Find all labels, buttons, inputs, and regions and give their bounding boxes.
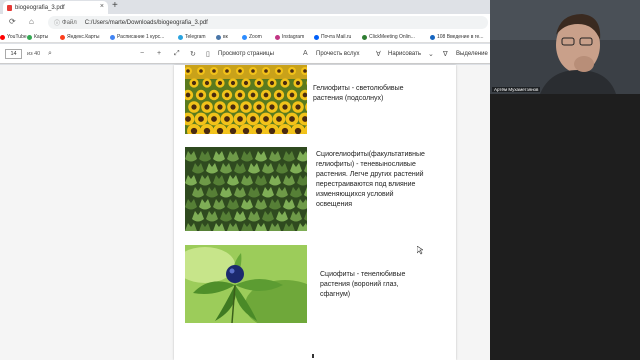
bookmark-favicon-icon [0,34,5,40]
page-count: из 40 [27,51,41,57]
bookmark-item[interactable]: ClickMeeting Onlin... [362,34,415,40]
bookmark-favicon-icon [178,34,183,40]
herb-paris-image [185,245,307,323]
page-number-input[interactable]: 14 [5,49,22,59]
address-bar-row: ⟳ ⌂ ⓘ Файл C:/Users/marte/Downloads/biog… [0,14,490,31]
zoom-in-button[interactable]: + [157,50,161,57]
draw-icon[interactable]: ∀ [376,50,381,58]
bookmark-label: вк [223,34,228,40]
webcam-overlay: Артём Мухаметзянов [490,0,640,94]
bookmark-item[interactable]: YouTube [0,34,27,40]
bookmark-item[interactable]: Instagram [275,34,304,40]
bookmark-item[interactable]: Яндекс.Карты [60,34,99,40]
bookmark-item[interactable]: Почта Mail.ru [314,34,351,40]
read-aloud-button[interactable]: Прочесть вслух [316,51,359,57]
bookmark-favicon-icon [110,34,115,40]
pdf-viewer[interactable]: Гелиофиты - светолюбивые растения (подсо… [0,65,490,360]
search-icon[interactable]: ⌕ [48,50,52,58]
bookmark-label: Telegram [185,34,206,40]
bookmark-favicon-icon [27,34,32,40]
bookmark-item[interactable]: Zoom [242,34,262,40]
bookmark-label: Карты [34,34,49,40]
draw-chevron-icon[interactable]: ⌄ [428,50,434,58]
rotate-icon[interactable]: ↻ [190,50,196,58]
sunflowers-image [185,65,307,134]
new-tab-button[interactable]: + [112,0,118,11]
bookmark-label: YouTube [7,34,27,40]
reload-icon[interactable]: ⟳ [9,17,16,26]
highlight-icon[interactable]: ∇ [443,50,448,58]
bookmark-favicon-icon [60,34,65,40]
bookmark-label: Расписание 1 курс... [117,34,165,40]
pdf-toolbar: 14 из 40 ⌕ − + ⤢ ↻ ▯ Просмотр страницы A… [0,44,490,64]
home-icon[interactable]: ⌂ [29,17,34,26]
pdf-icon [7,4,12,11]
bookmark-item[interactable]: Расписание 1 курс... [110,34,164,40]
close-tab-icon[interactable]: × [100,3,104,10]
bookmark-favicon-icon [362,34,367,40]
browser-window: biogeografia_3.pdf × + ⟳ ⌂ ⓘ Файл C:/Use… [0,0,490,360]
tab-pdf[interactable]: biogeografia_3.pdf × [3,1,108,14]
highlight-button[interactable]: Выделение [456,51,488,57]
text-heliophytes: Гелиофиты - светолюбивые растения (подсо… [313,85,404,102]
tab-bar: biogeografia_3.pdf × + [0,0,490,14]
page-view-button[interactable]: Просмотр страницы [218,51,274,57]
bookmark-label: Яндекс.Карты [67,34,100,40]
text-sciophytes: Сциофиты - тенелюбивые растения (вороний… [320,271,406,298]
page-fragment [312,354,314,358]
bookmark-label: 108 Введение в ге... [437,34,484,40]
ivy-image [185,147,307,231]
page-view-icon[interactable]: ▯ [206,50,210,58]
bookmark-label: Почта Mail.ru [321,34,352,40]
bookmark-item[interactable]: Telegram [178,34,206,40]
bookmark-favicon-icon [242,34,247,40]
bookmark-item[interactable]: Карты [27,34,48,40]
bookmark-label: ClickMeeting Onlin... [369,34,415,40]
pdf-page: Гелиофиты - светолюбивые растения (подсо… [174,65,456,360]
bookmarks-bar: YouTube Карты Яндекс.Карты Расписание 1 кур… [0,31,490,43]
mouse-cursor-icon [417,246,423,255]
bookmark-label: Zoom [249,34,262,40]
text-sciogeliophytes: Сциогелиофиты(факультативные гелиофиты) … [316,151,425,208]
zoom-out-button[interactable]: − [140,50,144,57]
bookmark-favicon-icon [314,34,319,40]
draw-button[interactable]: Нарисовать [388,51,421,57]
file-info-icon: ⓘ [54,21,61,27]
address-url: C:/Users/marte/Downloads/biogeografia_3.… [84,19,208,26]
bookmark-label: Instagram [282,34,305,40]
bookmark-favicon-icon [430,34,435,40]
bookmark-item[interactable]: вк [216,34,228,40]
address-scheme: Файл [62,19,77,26]
bookmark-favicon-icon [275,34,280,40]
read-aloud-icon[interactable]: A [303,50,308,57]
bookmark-item[interactable]: 108 Введение в ге... [430,34,483,40]
bookmark-favicon-icon [216,34,221,40]
participant-video [490,0,640,94]
address-bar[interactable]: ⓘ Файл C:/Users/marte/Downloads/biogeogr… [48,16,488,29]
fit-page-icon[interactable]: ⤢ [174,50,180,58]
participant-name: Артём Мухаметзянов [492,87,541,92]
tab-title: biogeografia_3.pdf [15,4,65,11]
